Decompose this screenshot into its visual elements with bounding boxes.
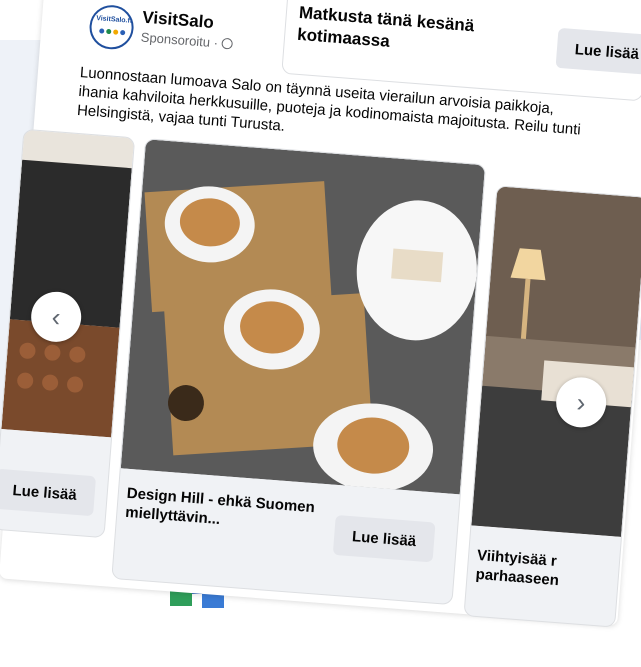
chevron-left-icon: ‹ — [50, 301, 62, 332]
slide-image-hotel-room — [471, 186, 641, 537]
carousel: Lue lisää Design Hill - ehkä Suomen miel… — [0, 128, 641, 628]
slide-read-more-button[interactable]: Lue lisää — [0, 468, 97, 517]
slide-image-coffee — [120, 139, 486, 495]
sponsored-post-card: VisitSalo.fi VisitSalo Sponsoroitu · •••… — [0, 0, 641, 667]
slide-caption: Design Hill - ehkä Suomen miellyttävin..… — [124, 484, 316, 529]
slide-caption: Viihtyisää r parhaaseen — [475, 546, 560, 590]
chevron-right-icon: › — [575, 386, 587, 418]
carousel-slide-right[interactable]: Viihtyisää r parhaaseen — [463, 185, 641, 628]
globe-icon — [221, 37, 234, 50]
ad-read-more-button[interactable]: Lue lisää — [555, 27, 641, 76]
ad-card-title: Matkusta tänä kesänä kotimaassa — [296, 2, 475, 51]
avatar-brand-text: VisitSalo.fi — [95, 15, 133, 25]
carousel-slide-design-hill[interactable]: Design Hill - ehkä Suomen miellyttävin..… — [111, 138, 487, 606]
slide-image-chocolates — [1, 129, 135, 438]
avatar-dots — [99, 28, 126, 36]
slide-read-more-button[interactable]: Lue lisää — [332, 514, 436, 563]
